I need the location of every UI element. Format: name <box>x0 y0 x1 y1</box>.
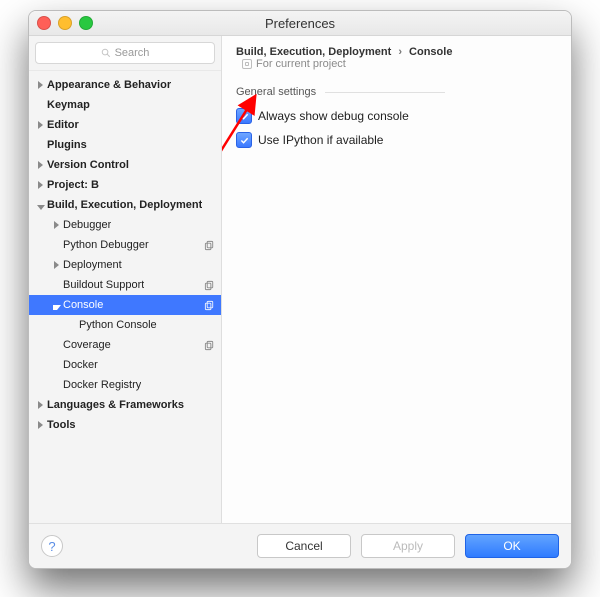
copy-settings-icon[interactable] <box>204 280 215 291</box>
footer: ? Cancel Apply OK <box>29 523 571 568</box>
sidebar-item-vc[interactable]: Version Control <box>29 155 221 175</box>
sidebar-item-label: Project: B <box>47 179 99 191</box>
check-icon <box>240 136 249 145</box>
sidebar-item-bos[interactable]: Buildout Support <box>29 275 221 295</box>
breadcrumb-current: Console <box>409 46 452 58</box>
preferences-window: Preferences Search Appearance & Behavior… <box>28 10 572 569</box>
sidebar-item-dkr[interactable]: Docker Registry <box>29 375 221 395</box>
copy-settings-icon[interactable] <box>204 240 215 251</box>
chevron-down-icon[interactable] <box>37 205 45 210</box>
check-icon <box>240 112 249 121</box>
sidebar-item-bed[interactable]: Build, Execution, Deployment <box>29 195 221 215</box>
sidebar-item-label: Keymap <box>47 99 90 111</box>
sidebar-item-label: Python Debugger <box>63 239 149 251</box>
search-placeholder: Search <box>115 47 150 59</box>
project-scope-icon <box>242 59 252 69</box>
checkbox-row-debug_console: Always show debug console <box>236 108 557 124</box>
chevron-down-icon[interactable] <box>53 305 61 310</box>
chevron-right-icon[interactable] <box>38 401 43 409</box>
window-zoom-button[interactable] <box>79 16 93 30</box>
sidebar-item-tl[interactable]: Tools <box>29 415 221 435</box>
sidebar-item-pyd[interactable]: Python Debugger <box>29 235 221 255</box>
checkbox-row-ipython: Use IPython if available <box>236 132 557 148</box>
ok-button[interactable]: OK <box>465 534 559 558</box>
chevron-right-icon[interactable] <box>54 261 59 269</box>
section-title: General settings <box>236 86 557 98</box>
sidebar-item-label: Build, Execution, Deployment <box>47 199 202 211</box>
sidebar-item-label: Debugger <box>63 219 111 231</box>
checkbox-label: Always show debug console <box>258 109 409 123</box>
search-icon <box>101 48 111 58</box>
sidebar-item-km[interactable]: Keymap <box>29 95 221 115</box>
chevron-right-icon[interactable] <box>54 221 59 229</box>
sidebar-item-cov[interactable]: Coverage <box>29 335 221 355</box>
chevron-right-icon[interactable] <box>38 121 43 129</box>
sidebar-item-label: Docker <box>63 359 98 371</box>
sidebar-item-pyc[interactable]: Python Console <box>29 315 221 335</box>
apply-button[interactable]: Apply <box>361 534 455 558</box>
window-close-button[interactable] <box>37 16 51 30</box>
window-minimize-button[interactable] <box>58 16 72 30</box>
sidebar-item-lf[interactable]: Languages & Frameworks <box>29 395 221 415</box>
project-scope-label: For current project <box>256 58 346 70</box>
cancel-button[interactable]: Cancel <box>257 534 351 558</box>
sidebar-item-pl[interactable]: Plugins <box>29 135 221 155</box>
sidebar-item-pj[interactable]: Project: B <box>29 175 221 195</box>
sidebar-item-label: Python Console <box>79 319 157 331</box>
divider <box>325 92 445 93</box>
sidebar-item-con[interactable]: Console <box>29 295 221 315</box>
sidebar-item-label: Buildout Support <box>63 279 144 291</box>
project-scope-tag: For current project <box>242 58 346 70</box>
sidebar-item-label: Console <box>63 299 103 311</box>
checkbox-ipython[interactable] <box>236 132 252 148</box>
window-title: Preferences <box>29 16 571 31</box>
checkbox-debug_console[interactable] <box>236 108 252 124</box>
sidebar-item-label: Deployment <box>63 259 122 271</box>
sidebar-item-dbg[interactable]: Debugger <box>29 215 221 235</box>
settings-tree[interactable]: Appearance & Behavior Keymap Editor Plugins… <box>29 71 221 523</box>
sidebar: Search Appearance & Behavior Keymap Editor… <box>29 36 222 523</box>
content-pane: Build, Execution, Deployment › Console F… <box>222 36 571 523</box>
sidebar-item-dep[interactable]: Deployment <box>29 255 221 275</box>
sidebar-item-label: Editor <box>47 119 79 131</box>
chevron-right-icon[interactable] <box>38 81 43 89</box>
sidebar-item-label: Tools <box>47 419 76 431</box>
sidebar-item-dk[interactable]: Docker <box>29 355 221 375</box>
breadcrumb-parent: Build, Execution, Deployment <box>236 46 391 58</box>
chevron-right-icon[interactable] <box>38 161 43 169</box>
chevron-right-icon[interactable] <box>38 421 43 429</box>
sidebar-item-ed[interactable]: Editor <box>29 115 221 135</box>
chevron-right-icon[interactable] <box>38 181 43 189</box>
sidebar-item-label: Version Control <box>47 159 129 171</box>
sidebar-item-label: Docker Registry <box>63 379 141 391</box>
titlebar: Preferences <box>29 11 571 36</box>
sidebar-item-label: Appearance & Behavior <box>47 79 171 91</box>
copy-settings-icon[interactable] <box>204 340 215 351</box>
search-input[interactable]: Search <box>35 42 215 64</box>
checkbox-label: Use IPython if available <box>258 133 383 147</box>
sidebar-item-label: Languages & Frameworks <box>47 399 184 411</box>
chevron-right-icon: › <box>398 46 402 58</box>
breadcrumb: Build, Execution, Deployment › Console F… <box>236 46 557 72</box>
sidebar-item-app[interactable]: Appearance & Behavior <box>29 75 221 95</box>
sidebar-item-label: Plugins <box>47 139 87 151</box>
copy-settings-icon[interactable] <box>204 300 215 311</box>
help-button[interactable]: ? <box>41 535 63 557</box>
sidebar-item-label: Coverage <box>63 339 111 351</box>
